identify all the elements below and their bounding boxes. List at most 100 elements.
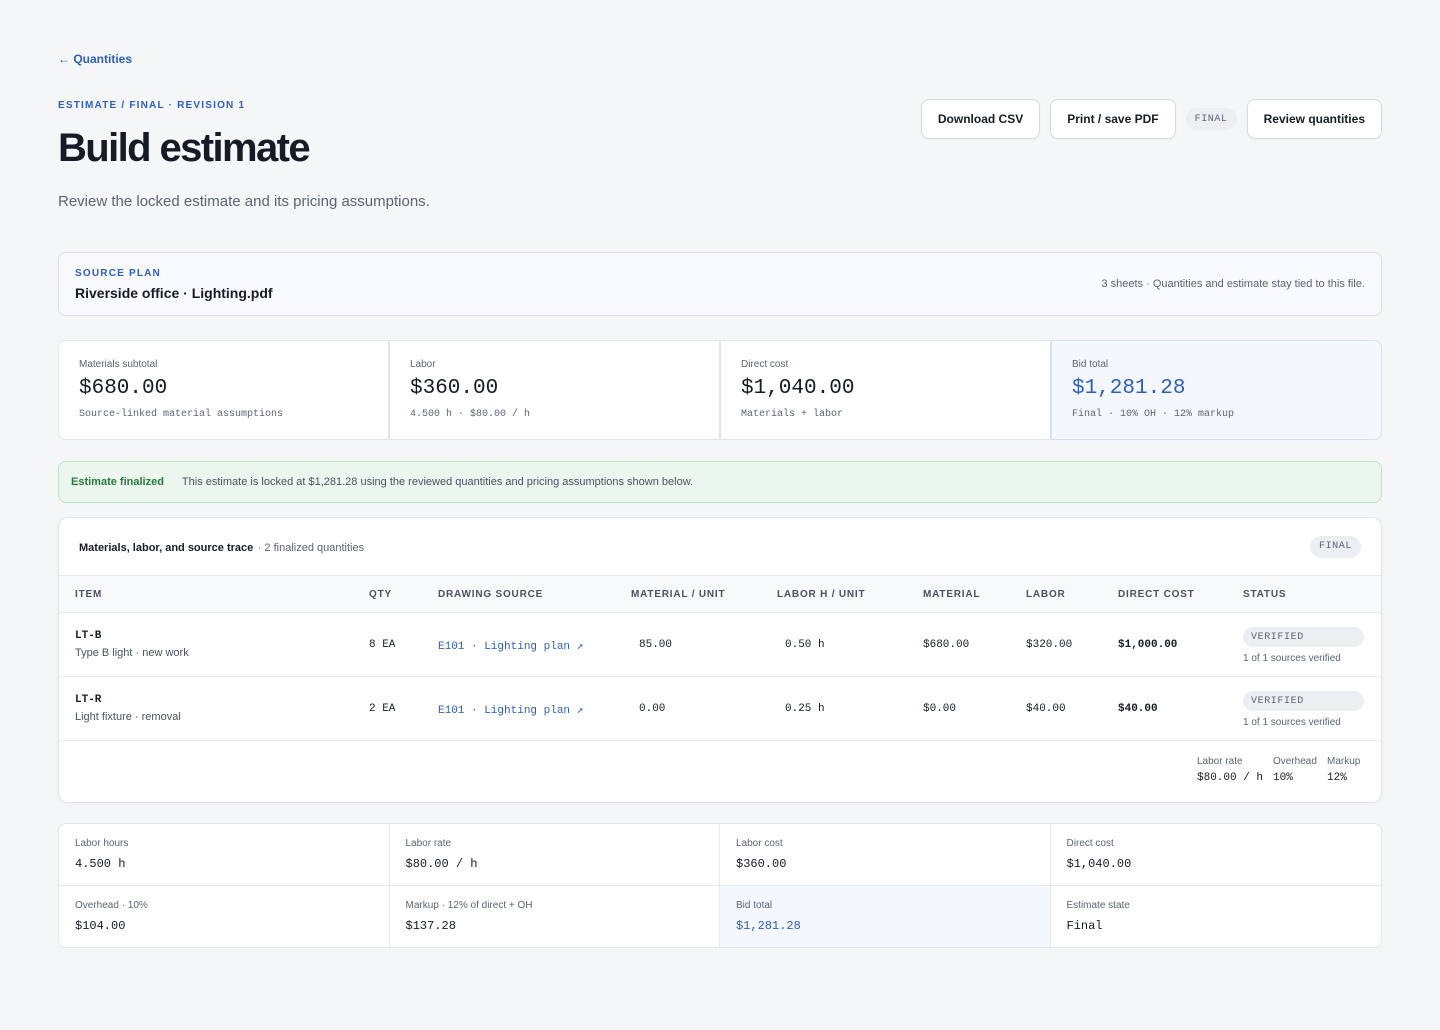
metric-label: Materials subtotal [79,359,158,370]
rate-markup: Markup 12% [1327,756,1361,784]
column-header-status: STATUS [1243,589,1287,600]
metric-sub: 4.500 h · $80.00 / h [410,409,531,420]
material-cell: $680.00 [923,639,970,651]
page-subtitle: Review the locked estimate and its prici… [58,193,430,210]
status-cell: VERIFIED 1 of 1 sources verified [1243,627,1364,664]
rate-label: Markup [1327,756,1361,767]
item-description: Light fixture · removal [75,711,181,723]
breakdown-labor-hours: Labor hours 4.500 h [59,824,390,886]
review-quantities-button[interactable]: Review quantities [1246,99,1382,139]
table-row: LT-B Type B light · new work 8 EA E101 ·… [59,613,1381,677]
column-header-source: DRAWING SOURCE [438,589,544,600]
item-cell: LT-B Type B light · new work [75,630,189,659]
status-note: 1 of 1 sources verified [1243,653,1341,664]
labor-unit-cell: 0.25 h [785,703,825,715]
materials-labor-table: Materials, labor, and source trace · 2 f… [58,517,1382,803]
page-title: Build estimate [58,126,311,170]
column-header-labor-unit: LABOR H / UNIT [777,589,866,600]
download-csv-button[interactable]: Download CSV [920,99,1041,139]
table-title: Materials, labor, and source trace [79,541,254,554]
breakdown-label: Labor hours [75,838,129,849]
breakdown-label: Direct cost [1066,838,1114,849]
source-plan-file: Riverside office · Lighting.pdf [75,285,273,301]
item-code: LT-R [75,694,102,706]
metric-sub: Materials + labor [741,409,844,420]
material-unit-cell: 85.00 [639,639,673,651]
labor-unit-cell: 0.50 h [785,639,825,651]
breakdown-markup: Markup · 12% of direct + OH $137.28 [390,886,720,947]
breakdown-bid-total: Bid total $1,281.28 [720,886,1051,947]
drawing-source-link[interactable]: E101 · Lighting plan ↗ [438,639,583,653]
status-cell: VERIFIED 1 of 1 sources verified [1243,691,1364,728]
breakdown-value: $137.28 [405,919,456,933]
column-header-item: ITEM [75,589,103,600]
rate-label: Overhead [1273,756,1317,767]
banner-text: This estimate is locked at $1,281.28 usi… [181,476,694,488]
rate-overhead: Overhead 10% [1273,756,1327,784]
metric-label: Labor [410,359,436,370]
drawing-source-link[interactable]: E101 · Lighting plan ↗ [438,703,583,717]
source-plan-note: 3 sheets · Quantities and estimate stay … [1101,278,1365,290]
breakdown-value: Final [1066,919,1103,933]
metric-label: Direct cost [741,359,789,370]
metric-direct-cost: Direct cost $1,040.00 Materials + labor [720,340,1051,440]
column-header-material-unit: MATERIAL / UNIT [631,589,726,600]
qty-cell: 8 EA [369,639,396,651]
breakdown-label: Markup · 12% of direct + OH [405,900,533,911]
column-header-material: MATERIAL [923,589,981,600]
metric-value: $1,040.00 [741,377,855,400]
metric-value: $1,281.28 [1072,377,1186,400]
qty-cell: 2 EA [369,703,396,715]
pricing-assumptions: Labor rate $80.00 / h Overhead 10% Marku… [1197,756,1361,784]
column-header-qty: QTY [369,589,392,600]
breakdown-label: Bid total [736,900,773,911]
material-cell: $0.00 [923,703,957,715]
breakdown-labor-rate: Labor rate $80.00 / h [389,824,720,886]
breakdown-estimate-state: Estimate state Final [1051,886,1382,947]
breakdown-direct-cost: Direct cost $1,040.00 [1050,824,1381,886]
column-header-labor: LABOR [1026,589,1066,600]
status-badge: VERIFIED [1243,691,1364,711]
breakdown-value: $104.00 [75,919,126,933]
column-header-direct-cost: DIRECT COST [1118,589,1195,600]
source-plan-label: SOURCE PLAN [75,268,161,279]
metric-sub: Final · 10% OH · 12% markup [1072,409,1235,420]
item-cell: LT-R Light fixture · removal [75,694,181,723]
banner-title: Estimate finalized [71,476,164,488]
breakdown-label: Labor rate [405,838,452,849]
table-column-headers: ITEM QTY DRAWING SOURCE MATERIAL / UNIT … [59,576,1381,613]
material-unit-cell: 0.00 [639,703,666,715]
summary-metrics: Materials subtotal $680.00 Source-linked… [58,340,1382,440]
rate-labor: Labor rate $80.00 / h [1197,756,1273,784]
breakdown-label: Overhead · 10% [75,900,148,911]
metric-sub: Source-linked material assumptions [79,409,284,420]
status-note: 1 of 1 sources verified [1243,717,1341,728]
table-count: · 2 finalized quantities [257,541,365,554]
breakdown-value: $1,281.28 [736,919,801,933]
direct-cost-cell: $1,000.00 [1118,639,1178,651]
breakdown-label: Labor cost [736,838,783,849]
source-plan-card: SOURCE PLAN Riverside office · Lighting.… [58,252,1382,316]
labor-cell: $40.00 [1026,703,1066,715]
table-header-bar: Materials, labor, and source trace · 2 f… [59,518,1381,576]
breakdown-value: $80.00 / h [405,857,478,871]
cost-breakdown: Labor hours 4.500 h Labor rate $80.00 / … [58,823,1382,948]
metric-bid-total: Bid total $1,281.28 Final · 10% OH · 12%… [1051,340,1382,440]
breakdown-value: $1,040.00 [1066,857,1132,871]
rate-value: $80.00 / h [1197,772,1264,784]
breakdown-value: $360.00 [736,857,787,871]
rate-label: Labor rate [1197,756,1243,767]
print-pdf-button[interactable]: Print / save PDF [1050,99,1176,139]
table-row: LT-R Light fixture · removal 2 EA E101 ·… [59,677,1381,741]
metric-value: $680.00 [79,377,168,400]
breakdown-value: 4.500 h [75,857,126,871]
back-to-quantities-link[interactable]: ← Quantities [58,52,132,66]
metric-value: $360.00 [410,377,499,400]
rate-value: 10% [1273,772,1293,784]
item-description: Type B light · new work [75,647,189,659]
breadcrumb: ESTIMATE / FINAL · REVISION 1 [58,100,246,111]
labor-cell: $320.00 [1026,639,1073,651]
metric-labor: Labor $360.00 4.500 h · $80.00 / h [389,340,720,440]
breakdown-overhead: Overhead · 10% $104.00 [59,886,390,947]
table-state-badge: FINAL [1309,535,1361,558]
